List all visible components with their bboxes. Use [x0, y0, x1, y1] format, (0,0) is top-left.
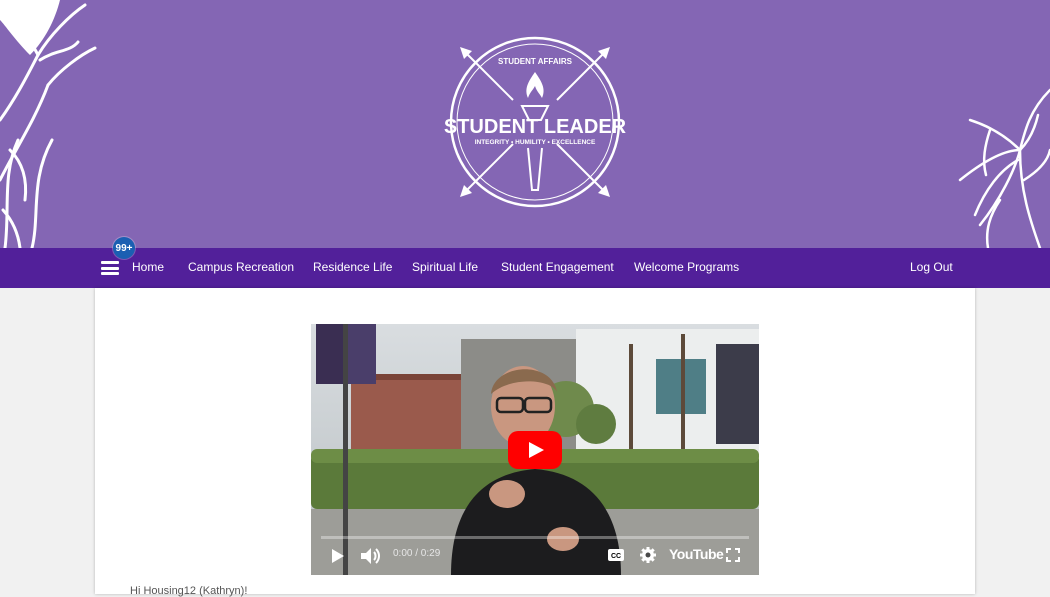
play-icon[interactable]	[331, 549, 345, 563]
palm-illustration-right	[958, 88, 1050, 248]
hamburger-menu-icon[interactable]	[101, 261, 119, 275]
closed-captions-icon[interactable]: CC	[608, 549, 624, 561]
nav-item-welcome-programs[interactable]: Welcome Programs	[634, 260, 739, 274]
header-banner: STUDENT AFFAIRS STUDENT LEADER INTEGRITY…	[0, 0, 1050, 248]
svg-text:INTEGRITY • HUMILITY • EXCELLE: INTEGRITY • HUMILITY • EXCELLENCE	[475, 139, 596, 146]
logout-link[interactable]: Log Out	[910, 260, 953, 274]
nav-item-residence-life[interactable]: Residence Life	[313, 260, 392, 274]
svg-text:STUDENT AFFAIRS: STUDENT AFFAIRS	[498, 57, 573, 66]
fullscreen-icon[interactable]	[726, 548, 740, 562]
video-progress-bar[interactable]	[321, 536, 749, 539]
video-controls: 0:00 / 0:29 CC YouTube	[311, 535, 759, 575]
volume-icon[interactable]	[361, 548, 381, 564]
nav-item-spiritual-life[interactable]: Spiritual Life	[412, 260, 478, 274]
svg-text:STUDENT LEADER: STUDENT LEADER	[444, 116, 627, 138]
main-content-card: 0:00 / 0:29 CC YouTube Hi Housing12 (Kat…	[95, 288, 975, 597]
notification-badge[interactable]: 99+	[113, 237, 135, 259]
nav-item-student-engagement[interactable]: Student Engagement	[501, 260, 614, 274]
greeting-text: Hi Housing12 (Kathryn)!	[130, 585, 248, 597]
youtube-video-player[interactable]: 0:00 / 0:29 CC YouTube	[311, 324, 759, 575]
youtube-play-button-icon[interactable]	[508, 431, 562, 469]
video-time: 0:00 / 0:29	[393, 548, 441, 559]
nav-item-home[interactable]: Home	[132, 260, 164, 274]
main-navbar: Home Campus Recreation Residence Life Sp…	[0, 248, 1050, 288]
svg-text:CC: CC	[611, 553, 621, 560]
nav-item-campus-recreation[interactable]: Campus Recreation	[188, 260, 294, 274]
settings-gear-icon[interactable]	[640, 547, 656, 563]
youtube-logo[interactable]: YouTube	[669, 546, 724, 562]
student-leader-logo: STUDENT AFFAIRS STUDENT LEADER INTEGRITY…	[444, 36, 627, 208]
palm-illustration-left	[0, 0, 97, 248]
